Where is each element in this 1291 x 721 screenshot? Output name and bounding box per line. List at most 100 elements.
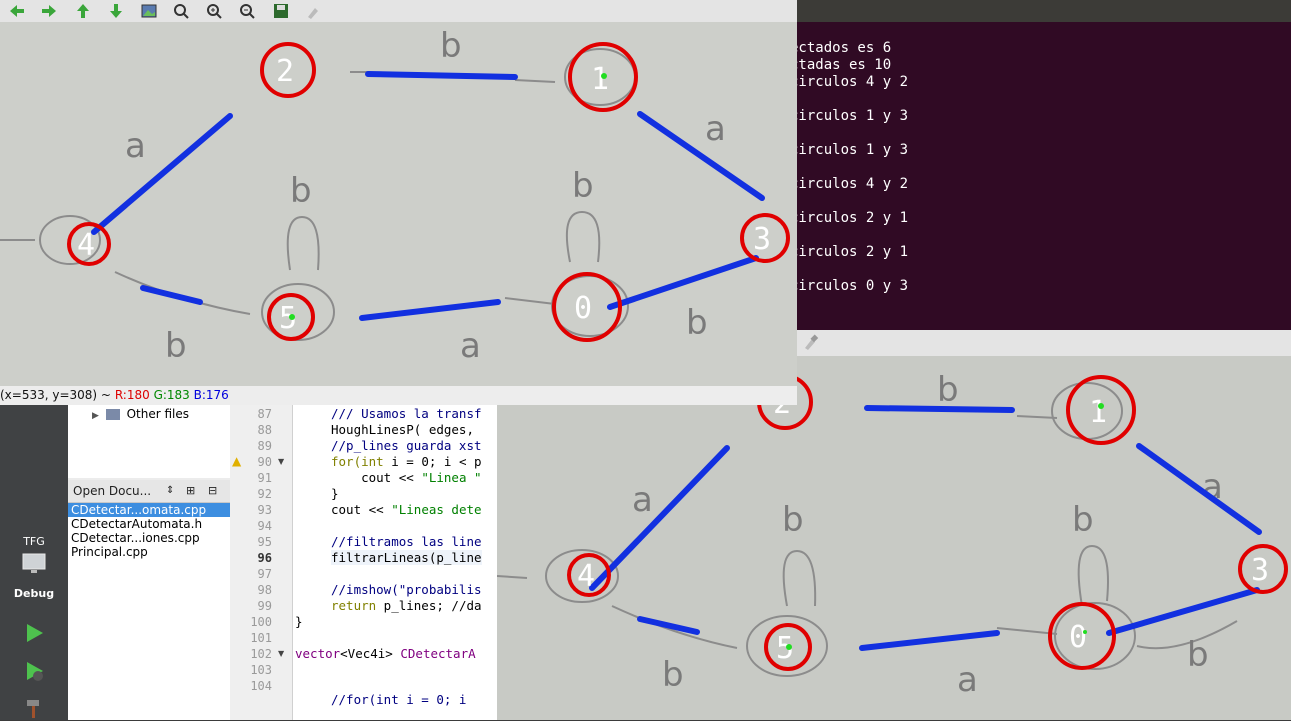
debug-run-icon[interactable] xyxy=(0,660,68,685)
expand-arrow-icon[interactable]: ▶ xyxy=(92,411,99,421)
code-line: return p_lines; //da xyxy=(331,598,482,613)
node-label: 1 xyxy=(591,62,609,97)
close-pane-icon[interactable]: ⊟ xyxy=(208,480,217,502)
code-token: CDetectarA xyxy=(400,646,476,661)
blue-value: B:176 xyxy=(193,388,229,402)
project-tree[interactable]: ▶ Other files xyxy=(68,400,231,478)
edge-label: a xyxy=(460,326,481,366)
image-window-source[interactable]: a b a b b b b a 2 1 4 3 5 0 (x=533, y=30… xyxy=(0,0,797,405)
ide-window: TFG Debug ▶ Other files Open Docu... ⇕ ⊞… xyxy=(0,400,500,720)
line-number: 94 xyxy=(257,519,272,533)
edge-label: b xyxy=(662,655,684,695)
edge-label: a xyxy=(125,126,146,166)
arrow-up-icon[interactable] xyxy=(74,2,92,20)
folder-icon xyxy=(105,409,120,420)
code-token: for( xyxy=(331,454,362,469)
code-token: i = 0; i < p xyxy=(383,454,482,469)
save-icon[interactable] xyxy=(272,2,290,20)
zoom-out-icon[interactable] xyxy=(238,2,256,20)
line-number: 87 xyxy=(257,407,272,421)
split-icon[interactable]: ⊞ xyxy=(186,480,195,502)
terminal-titlebar xyxy=(780,0,1291,22)
code-token: cout << xyxy=(331,502,392,517)
graph-canvas: a b a b b b b a xyxy=(0,22,797,386)
arrow-left-icon[interactable] xyxy=(8,2,26,20)
node-label: 4 xyxy=(577,559,595,594)
code-line: //for(int i = 0; i xyxy=(331,692,467,707)
edge-label: a xyxy=(705,109,726,149)
terminal-line: circulos 1 y 3 xyxy=(790,108,909,124)
code-token: vector xyxy=(295,646,341,661)
edge-label: b xyxy=(1072,500,1094,540)
line-number: 90 xyxy=(257,455,272,469)
green-value: G:183 xyxy=(153,388,190,402)
brush-icon[interactable] xyxy=(305,2,323,20)
open-documents-title: Open Docu... xyxy=(73,484,152,498)
open-doc-item[interactable]: CDetectarAutomata.h xyxy=(68,517,230,531)
monitor-icon[interactable] xyxy=(0,552,68,579)
arrow-down-icon[interactable] xyxy=(107,2,125,20)
code-token: p_lines; //da xyxy=(376,598,482,613)
code-line: cout << "Linea " xyxy=(331,470,481,485)
terminal-output: ectados es 6 ctadas es 10 circulos 4 y 2… xyxy=(790,40,908,295)
terminal-line: circulos 0 y 3 xyxy=(790,278,909,294)
terminal-window[interactable]: ectados es 6 ctadas es 10 circulos 4 y 2… xyxy=(780,0,1291,330)
open-doc-item[interactable]: Principal.cpp xyxy=(68,545,230,559)
open-doc-item[interactable]: CDetectar...iones.cpp xyxy=(68,531,230,545)
node-label: 0 xyxy=(1069,620,1087,655)
terminal-line: circulos 4 y 2 xyxy=(790,74,909,90)
code-token: int xyxy=(361,454,384,469)
terminal-line: circulos 2 y 1 xyxy=(790,244,909,260)
code-line: cout << "Lineas dete xyxy=(331,502,482,517)
sort-arrows-icon[interactable]: ⇕ xyxy=(166,480,174,502)
arrow-right-icon[interactable] xyxy=(40,2,58,20)
warning-icon: ▲ xyxy=(232,454,242,468)
code-token: "Lineas dete xyxy=(391,502,482,517)
node-label: 2 xyxy=(276,54,294,89)
red-value: R:180 xyxy=(114,388,150,402)
zoom-in-icon[interactable] xyxy=(205,2,223,20)
edge-label: b xyxy=(165,326,187,366)
mode-bar: TFG Debug xyxy=(0,400,68,720)
image-icon[interactable] xyxy=(140,2,158,20)
line-number: 98 xyxy=(257,583,272,597)
fold-arrow-icon[interactable]: ▼ xyxy=(278,457,284,466)
line-number: 89 xyxy=(257,439,272,453)
code-line: //p_lines guarda xst xyxy=(331,438,482,453)
edge-label: a xyxy=(957,660,978,700)
edge-label: b xyxy=(572,166,594,206)
line-number: 99 xyxy=(257,599,272,613)
code-line-current: filtrarLineas(p_line xyxy=(331,550,482,565)
fold-arrow-icon[interactable]: ▼ xyxy=(278,649,284,658)
code-token: <Vec4i> xyxy=(340,646,401,661)
target-label: TFG xyxy=(23,535,45,548)
line-number: 101 xyxy=(250,631,272,645)
edge-label: a xyxy=(632,480,653,520)
graph-photo[interactable]: a b a b b b b a xyxy=(0,22,797,386)
edge-label: b xyxy=(686,303,708,343)
code-line: for(int i = 0; i < p xyxy=(331,454,482,469)
cursor-coords: (x=533, y=308) ~ xyxy=(0,388,111,402)
terminal-line: circulos 1 y 3 xyxy=(790,142,909,158)
build-config-label[interactable]: Debug xyxy=(0,587,68,600)
edge-label: b xyxy=(782,500,804,540)
edge-label: b xyxy=(1187,635,1209,675)
image-toolbar xyxy=(0,0,797,22)
build-hammer-icon[interactable] xyxy=(0,696,68,721)
node-label: 3 xyxy=(1251,553,1269,588)
edge-label: b xyxy=(440,26,462,66)
line-number: 95 xyxy=(257,535,272,549)
tree-item-other-files[interactable]: ▶ Other files xyxy=(92,407,189,421)
edge-label: b xyxy=(290,171,312,211)
graph-photo[interactable]: a b a b b b b a xyxy=(497,356,1291,720)
brush-icon[interactable] xyxy=(802,333,820,351)
line-number-gutter: 87 88 89 90 91 92 93 94 95 96 97 98 99 1… xyxy=(230,400,293,720)
zoom-fit-icon[interactable] xyxy=(172,2,190,20)
line-number: 104 xyxy=(250,679,272,693)
open-documents-header[interactable]: Open Docu... ⇕ ⊞ ⊟ xyxy=(68,480,230,503)
open-doc-item[interactable]: CDetectar...omata.cpp xyxy=(68,503,230,517)
code-editor[interactable]: /// Usamos la transf HoughLinesP( edges,… xyxy=(293,400,500,720)
line-number-current: 96 xyxy=(257,551,272,565)
run-icon[interactable] xyxy=(0,622,68,647)
line-number: 91 xyxy=(257,471,272,485)
